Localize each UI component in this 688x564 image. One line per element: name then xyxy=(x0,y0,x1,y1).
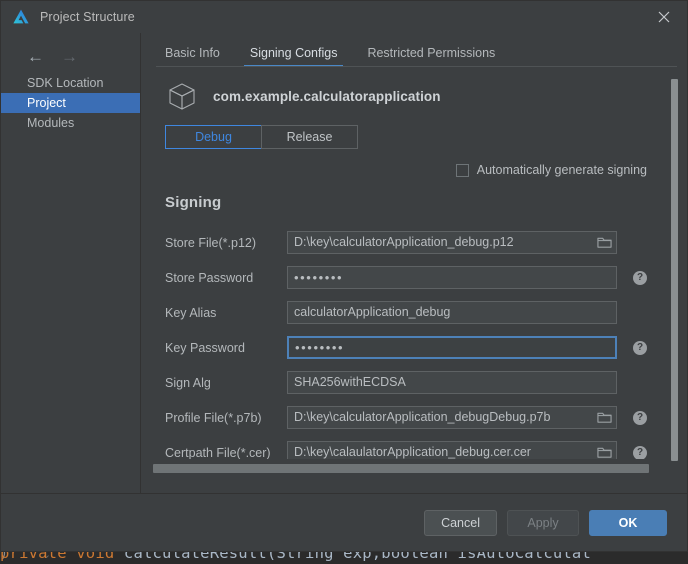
project-structure-dialog: Project Structure ← → SDK Location Proje… xyxy=(0,0,688,552)
certpath-file-field-wrap: D:\key\calaulatorApplication_debug.cer.c… xyxy=(287,441,617,459)
sidebar-item-sdk-location[interactable]: SDK Location xyxy=(1,73,140,93)
dialog-titlebar: Project Structure xyxy=(1,1,687,33)
main-panel: Basic Info Signing Configs Restricted Pe… xyxy=(141,33,687,493)
form-row-certpath-file: Certpath File(*.cer) D:\key\calaulatorAp… xyxy=(165,435,687,459)
auto-generate-signing-label: Automatically generate signing xyxy=(476,163,647,177)
form-row-sign-alg: Sign Alg SHA256withECDSA xyxy=(165,365,687,400)
sidebar-item-label: SDK Location xyxy=(27,76,104,90)
profile-file-field-wrap: D:\key\calculatorApplication_debugDebug.… xyxy=(287,406,617,429)
folder-icon[interactable] xyxy=(597,445,612,459)
sidebar-item-label: Modules xyxy=(27,116,75,130)
help-icon[interactable]: ? xyxy=(633,445,647,459)
variant-button-debug[interactable]: Debug xyxy=(165,125,262,149)
tab-label: Basic Info xyxy=(165,46,220,60)
cancel-button[interactable]: Cancel xyxy=(424,509,497,536)
signing-section-title: Signing xyxy=(165,194,222,211)
arrow-left-icon[interactable]: ← xyxy=(27,48,44,65)
form-row-store-password: Store Password •••••••• ? xyxy=(165,260,687,295)
close-glyph xyxy=(658,11,670,23)
sidebar-item-label: Project xyxy=(27,96,66,110)
sign-alg-input[interactable]: SHA256withECDSA xyxy=(287,371,617,394)
variant-label: Release xyxy=(286,130,333,144)
form-row-store-file: Store File(*.p12) D:\key\calculatorAppli… xyxy=(165,225,687,260)
build-variant-toggle: Debug Release xyxy=(165,125,687,149)
signing-configs-content: com.example.calculatorapplication Debug … xyxy=(141,73,687,459)
tab-basic-info[interactable]: Basic Info xyxy=(165,46,220,67)
signing-configs-scroll-area: com.example.calculatorapplication Debug … xyxy=(141,67,687,459)
folder-icon[interactable] xyxy=(597,235,612,249)
signing-form: Store File(*.p12) D:\key\calculatorAppli… xyxy=(165,225,687,459)
dialog-footer: Cancel Apply OK xyxy=(1,493,687,551)
form-row-key-password: Key Password •••••••• ? xyxy=(165,330,687,365)
sign-alg-field-wrap: SHA256withECDSA xyxy=(287,371,617,394)
close-icon[interactable] xyxy=(641,1,687,33)
variant-label: Debug xyxy=(195,130,232,144)
store-file-field-wrap: D:\key\calculatorApplication_debug.p12 xyxy=(287,231,617,254)
key-password-input[interactable]: •••••••• xyxy=(287,336,617,359)
key-password-field-wrap: •••••••• xyxy=(287,336,617,359)
key-password-label: Key Password xyxy=(165,340,245,355)
auto-generate-signing-checkbox[interactable] xyxy=(455,163,469,177)
help-icon[interactable]: ? xyxy=(633,270,647,285)
apply-button[interactable]: Apply xyxy=(507,509,579,536)
variant-button-release[interactable]: Release xyxy=(261,125,358,149)
certpath-file-label: Certpath File(*.cer) xyxy=(165,445,271,460)
vertical-scrollbar-thumb[interactable] xyxy=(671,79,678,461)
store-password-label: Store Password xyxy=(165,270,254,285)
tab-signing-configs[interactable]: Signing Configs xyxy=(243,46,343,67)
sign-alg-label: Sign Alg xyxy=(165,375,211,390)
tab-restricted-permissions[interactable]: Restricted Permissions xyxy=(367,46,495,67)
form-row-key-alias: Key Alias calculatorApplication_debug xyxy=(165,295,687,330)
ok-button[interactable]: OK xyxy=(589,509,667,536)
arrow-right-icon[interactable]: → xyxy=(61,48,78,65)
sidebar-item-project[interactable]: Project xyxy=(1,93,140,113)
sidebar: ← → SDK Location Project Modules xyxy=(1,33,141,493)
auto-generate-signing-row: Automatically generate signing xyxy=(165,163,687,177)
store-password-field-wrap: •••••••• xyxy=(287,266,617,289)
key-alias-label: Key Alias xyxy=(165,305,217,320)
profile-file-input[interactable]: D:\key\calculatorApplication_debugDebug.… xyxy=(287,406,617,429)
dialog-body: ← → SDK Location Project Modules Basic I… xyxy=(1,33,687,493)
help-icon[interactable]: ? xyxy=(633,340,647,355)
cube-icon xyxy=(169,83,195,110)
deveco-logo-icon xyxy=(13,9,29,24)
profile-file-label: Profile File(*.p7b) xyxy=(165,410,262,425)
form-row-profile-file: Profile File(*.p7b) D:\key\calculatorApp… xyxy=(165,400,687,435)
help-icon[interactable]: ? xyxy=(633,410,647,425)
certpath-file-input[interactable]: D:\key\calaulatorApplication_debug.cer.c… xyxy=(287,441,617,459)
tab-label: Signing Configs xyxy=(249,46,338,60)
folder-icon[interactable] xyxy=(597,410,612,424)
app-header: com.example.calculatorapplication xyxy=(165,73,687,119)
dialog-title: Project Structure xyxy=(40,10,135,24)
sidebar-item-modules[interactable]: Modules xyxy=(1,113,140,133)
store-file-label: Store File(*.p12) xyxy=(165,235,257,250)
tab-bar: Basic Info Signing Configs Restricted Pe… xyxy=(141,33,687,67)
package-name: com.example.calculatorapplication xyxy=(213,88,441,104)
key-alias-field-wrap: calculatorApplication_debug xyxy=(287,301,617,324)
horizontal-scrollbar-thumb[interactable] xyxy=(153,464,649,473)
navigation-arrows: ← → xyxy=(1,43,140,69)
store-password-input[interactable]: •••••••• xyxy=(287,266,617,289)
store-file-input[interactable]: D:\key\calculatorApplication_debug.p12 xyxy=(287,231,617,254)
sidebar-list: SDK Location Project Modules xyxy=(1,73,140,133)
key-alias-input[interactable]: calculatorApplication_debug xyxy=(287,301,617,324)
tab-label: Restricted Permissions xyxy=(367,46,496,60)
